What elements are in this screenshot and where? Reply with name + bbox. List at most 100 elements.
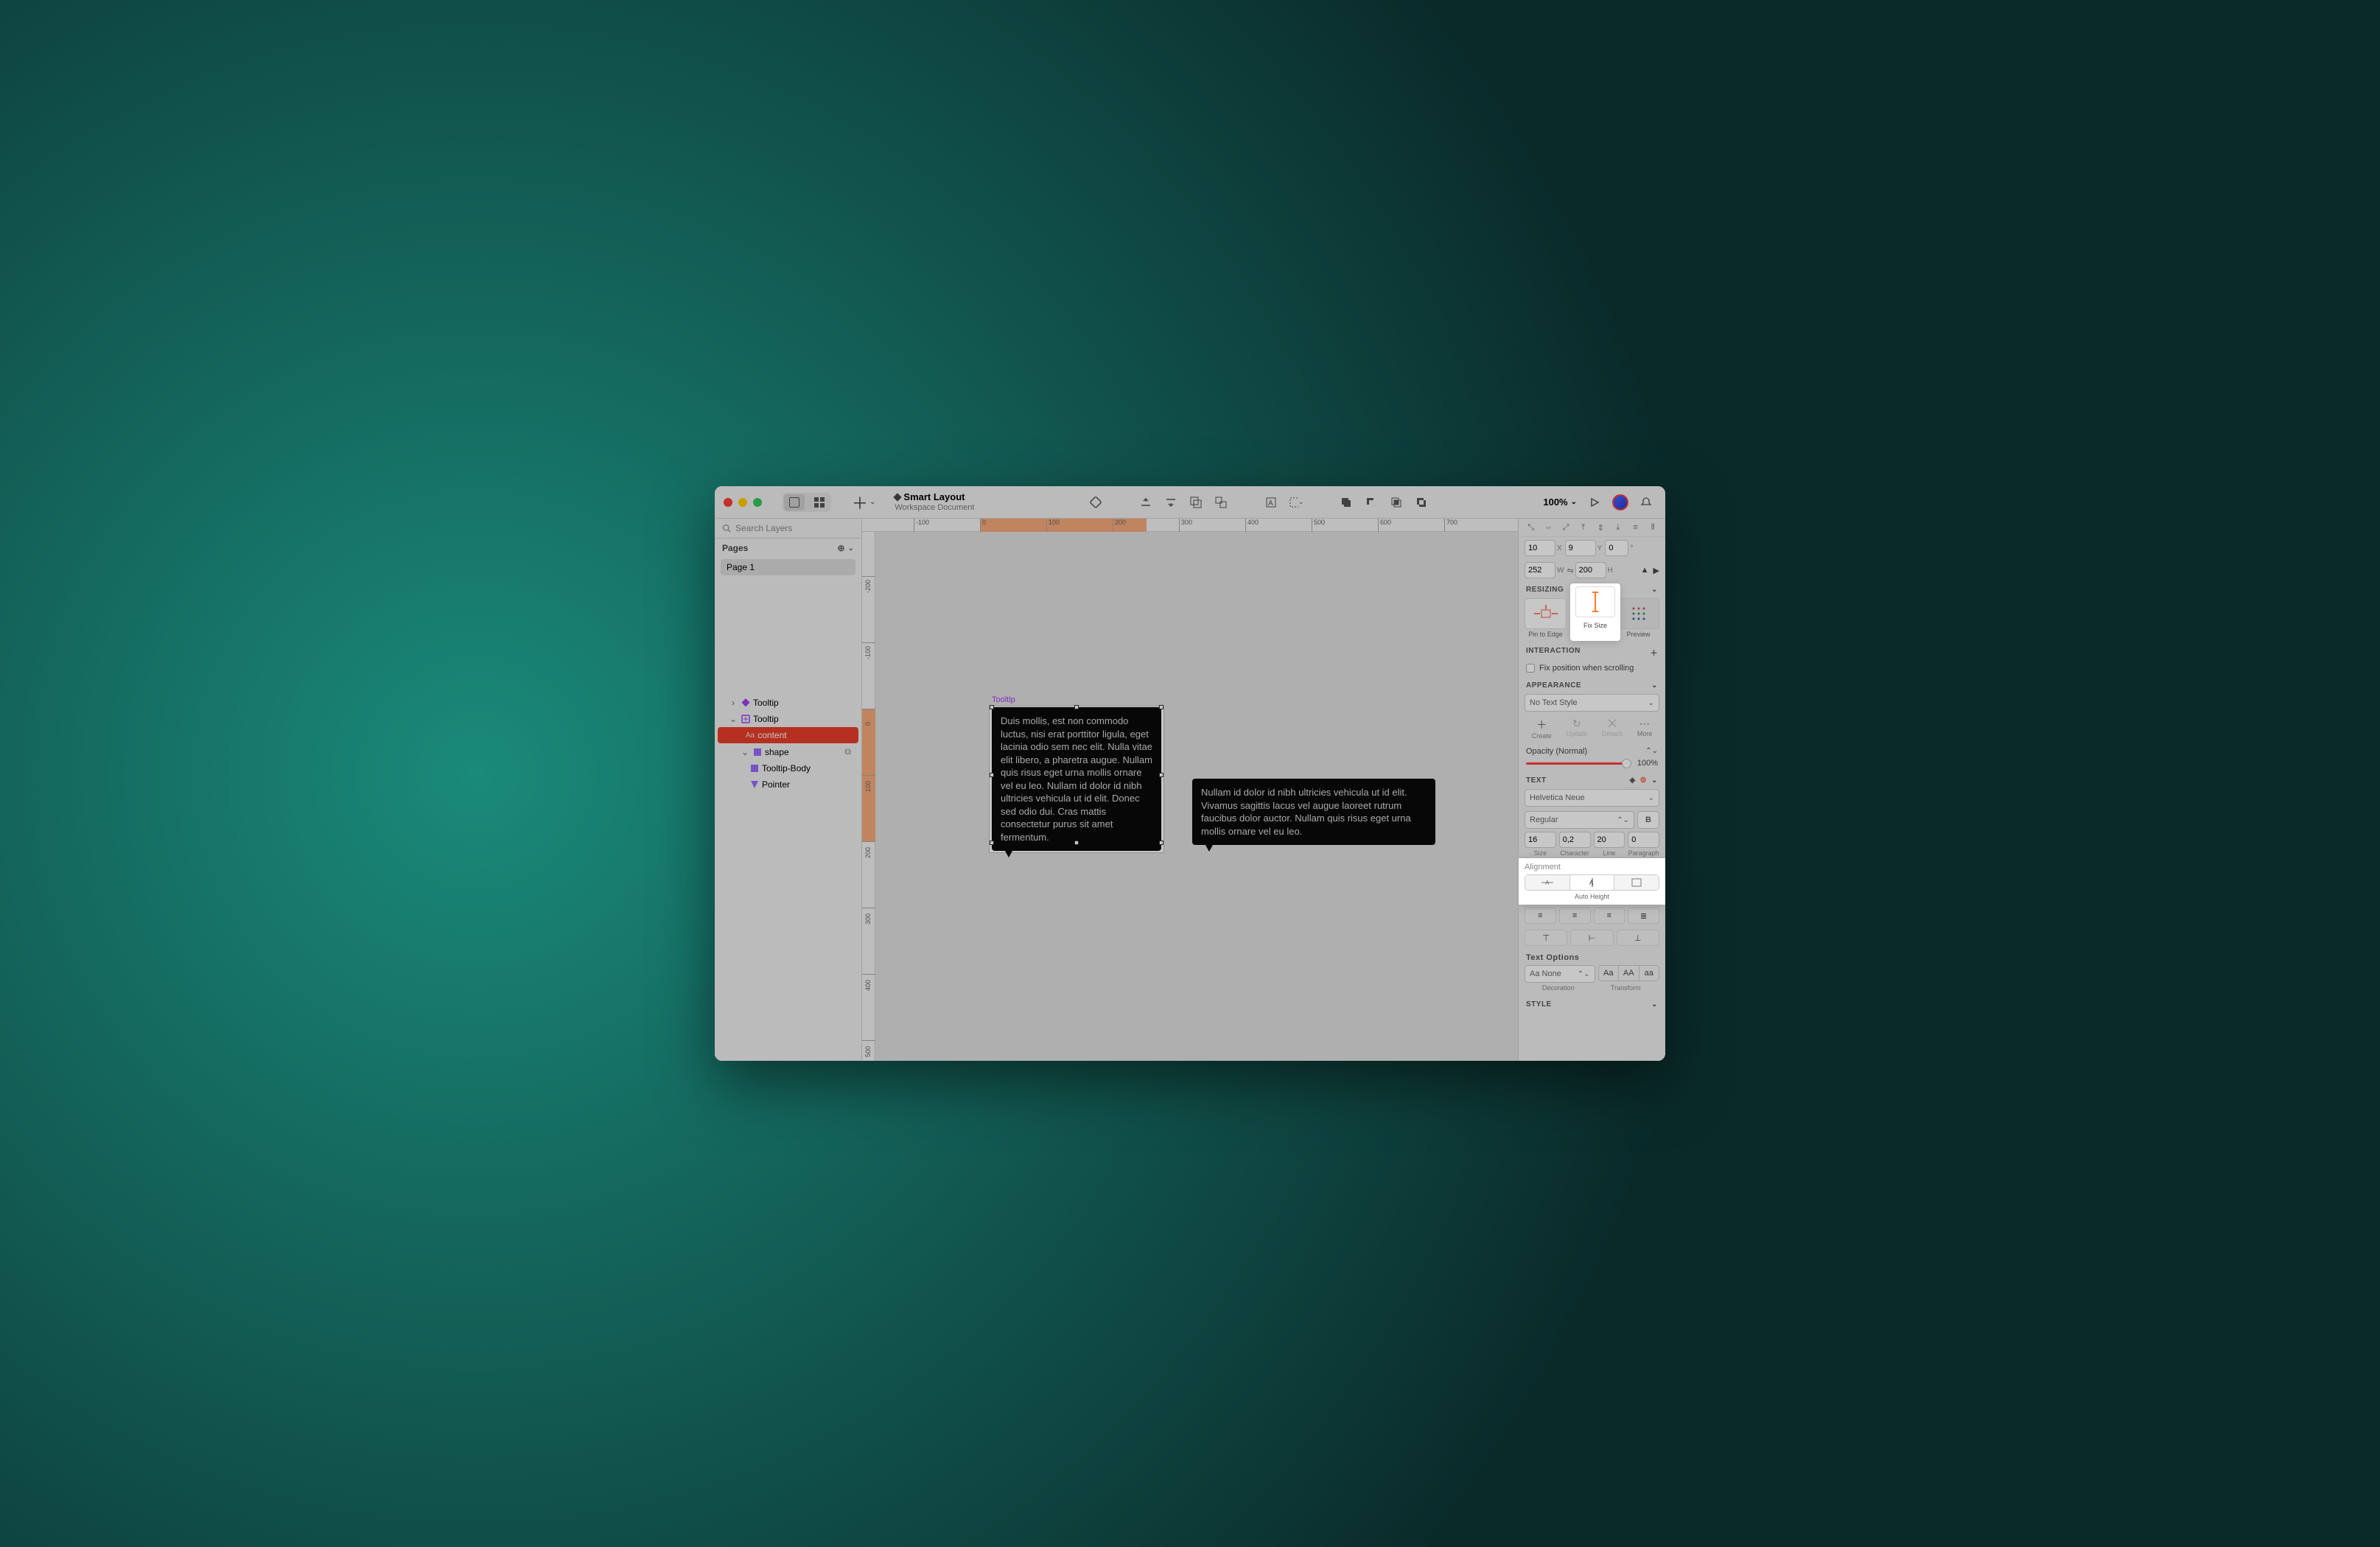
add-interaction-icon[interactable]: ＋ [1651,647,1659,658]
search-input[interactable]: Search Layers [715,519,861,539]
sidebar-view-toggle[interactable] [783,493,831,512]
difference-icon[interactable] [1414,495,1429,510]
distribute-h-icon[interactable]: ≡ [1628,522,1644,533]
h-field[interactable] [1575,562,1606,578]
angle-field[interactable] [1605,540,1628,556]
close-icon[interactable] [724,498,732,507]
align-right-button[interactable]: ≡ [1594,908,1625,924]
align-center-v-icon[interactable]: ⇕ [1593,522,1609,533]
preview-option[interactable] [1617,598,1659,629]
layer-pointer[interactable]: Pointer [715,776,861,793]
character-spacing-field[interactable] [1559,832,1591,848]
auto-height-option[interactable]: A [1570,875,1615,890]
font-size-field[interactable] [1525,832,1556,848]
edit-icon[interactable]: A [1264,495,1278,510]
layer-shape[interactable]: ⌄ shape ⧉ [715,743,861,760]
align-left-button[interactable]: ≡ [1525,908,1556,924]
paragraph-spacing-field[interactable] [1628,832,1659,848]
align-bottom-icon[interactable]: ⤓ [1610,522,1626,533]
ruler-horizontal: -100 0 100 200 300 400 500 600 700 [862,519,1518,532]
chevron-down-icon[interactable]: ⌄ [1651,681,1658,690]
chevron-down-icon[interactable]: ⌄ [1651,586,1658,594]
scale-icon[interactable]: ⌄ [1289,495,1303,510]
zoom-icon[interactable] [753,498,762,507]
transform-none[interactable]: Aa [1599,966,1620,981]
valign-middle-button[interactable]: ⊢ [1570,930,1613,946]
transform-segment[interactable]: Aa AA aa [1598,965,1660,981]
valign-bottom-button[interactable]: ⊥ [1617,930,1659,946]
document-title[interactable]: Smart Layout Workspace Document [895,492,974,511]
create-symbol-icon[interactable] [1088,495,1103,510]
chevron-down-icon[interactable]: ⌄ [1651,1000,1658,1008]
add-page-icon[interactable]: ⊕ ⌄ [838,543,854,553]
line-height-field[interactable] [1594,832,1625,848]
align-right-icon[interactable]: ⤢ [1558,522,1574,533]
play-icon[interactable] [1587,495,1602,510]
triangle-icon [750,780,759,789]
layer-tooltip-1[interactable]: › Tooltip [715,695,861,711]
align-center-h-icon[interactable]: ⇔ [1541,522,1557,533]
subtract-icon[interactable] [1364,495,1379,510]
chevron-down-icon[interactable]: ⌄ [1651,776,1658,785]
transform-lower[interactable]: aa [1639,966,1659,981]
decoration-select[interactable]: Aa None⌃⌄ [1525,965,1595,983]
layers-view-button[interactable] [784,494,805,511]
align-center-button[interactable]: ≡ [1559,908,1591,924]
symbol-icon [741,698,750,707]
zoom-level[interactable]: 100%⌄ [1543,497,1577,508]
lock-icon[interactable]: ⇋ [1567,566,1573,575]
text-behavior-segment[interactable]: A A [1525,874,1659,891]
layer-content[interactable]: Aa content [718,727,858,743]
tooltip-selected[interactable]: Duis mollis, est non commodo luctus, nis… [992,707,1161,851]
auto-width-option[interactable]: A [1525,875,1570,890]
union-icon[interactable] [1339,495,1354,510]
align-justify-button[interactable]: ≣ [1628,908,1659,924]
font-family-select[interactable]: Helvetica Neue⌄ [1525,789,1659,807]
fix-position-checkbox[interactable]: Fix position when scrolling [1519,659,1665,677]
layer-tooltip-body[interactable]: Tooltip-Body [715,760,861,776]
text-settings-icon[interactable]: ⚙ [1640,776,1647,785]
canvas-area[interactable]: -100 0 100 200 300 400 500 600 700 -200 … [862,519,1518,1061]
group-icon[interactable] [1189,495,1203,510]
align-left-icon[interactable]: ⤡ [1523,522,1539,533]
create-style-button[interactable]: ＋Create [1532,718,1552,740]
forward-icon[interactable] [1138,495,1153,510]
components-view-button[interactable] [809,494,830,511]
insert-button[interactable]: ＋⌄ [852,491,875,514]
layer-tooltip-2[interactable]: ⌄ Tooltip [715,711,861,727]
align-top-icon[interactable]: ⤒ [1575,522,1592,533]
w-field[interactable] [1525,562,1555,578]
chevron-right-icon[interactable]: › [728,698,738,708]
tooltip-instance[interactable]: Nullam id dolor id nibh ultricies vehicu… [1192,779,1435,845]
chevron-down-icon[interactable]: ⌄ [728,714,738,724]
notifications-icon[interactable] [1639,495,1653,510]
layers-sidebar: Search Layers Pages ⊕ ⌄ Page 1 › Tooltip… [715,519,862,1061]
chevron-down-icon[interactable]: ⌄ [740,747,750,757]
opacity-slider[interactable] [1526,762,1631,765]
ruler-vertical: -200 -100 0 100 200 300 400 500 [862,532,875,1061]
font-options-button[interactable]: B [1637,811,1659,829]
text-layers-icon[interactable]: ◈ [1629,776,1635,785]
flip-h-icon[interactable]: ▲ [1641,566,1649,575]
ungroup-icon[interactable] [1214,495,1228,510]
intersect-icon[interactable] [1389,495,1404,510]
titlebar: ＋⌄ Smart Layout Workspace Document A ⌄ 1… [715,486,1665,519]
pages-header: Pages ⊕ ⌄ [715,539,861,558]
transform-upper[interactable]: AA [1619,966,1639,981]
avatar[interactable] [1612,494,1628,511]
text-style-select[interactable]: No Text Style⌄ [1525,694,1659,712]
pin-to-edge-option[interactable] [1525,598,1567,629]
fixed-size-option[interactable] [1614,875,1659,890]
y-field[interactable] [1565,540,1596,556]
minimize-icon[interactable] [738,498,747,507]
flip-v-icon[interactable]: ▶ [1653,566,1659,575]
distribute-v-icon[interactable]: ⫴ [1645,522,1661,533]
artboard-label[interactable]: Tooltip [992,695,1015,704]
x-field[interactable] [1525,540,1555,556]
valign-top-button[interactable]: ⊤ [1525,930,1567,946]
backward-icon[interactable] [1163,495,1178,510]
font-weight-select[interactable]: Regular⌃⌄ [1525,811,1634,829]
more-style-button[interactable]: ⋯More [1637,718,1653,740]
canvas[interactable]: Tooltip Duis mollis, est non commodo luc… [875,532,1518,1061]
page-item[interactable]: Page 1 [721,559,855,575]
